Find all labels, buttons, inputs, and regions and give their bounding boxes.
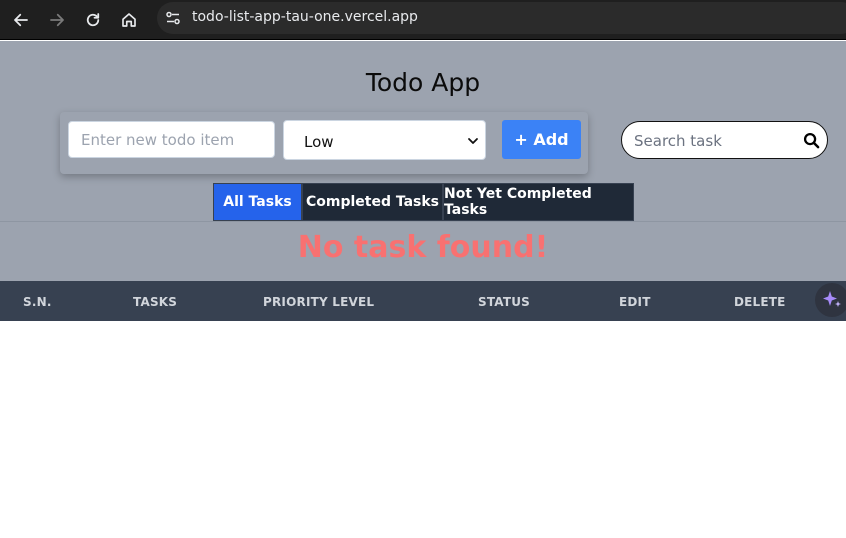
tab-not-yet-completed-tasks[interactable]: Not Yet Completed Tasks (443, 183, 634, 221)
divider (0, 221, 846, 222)
page-title: Todo App (365, 68, 481, 97)
home-button[interactable] (114, 5, 144, 35)
back-arrow-icon (14, 13, 28, 27)
column-header-sn: S.N. (23, 295, 52, 309)
chevron-down-icon (468, 138, 478, 144)
todo-input[interactable] (68, 121, 275, 158)
search-icon[interactable] (803, 132, 820, 149)
task-filter-tabs: All Tasks Completed Tasks Not Yet Comple… (213, 183, 634, 221)
priority-select[interactable]: Low (283, 120, 486, 160)
forward-button[interactable] (42, 5, 72, 35)
reload-icon (86, 13, 100, 27)
column-header-status: STATUS (478, 295, 531, 309)
column-header-priority-level: PRIORITY LEVEL (263, 295, 375, 309)
home-icon (122, 13, 136, 27)
table-body (0, 321, 846, 538)
forward-arrow-icon (50, 13, 64, 27)
sparkle-icon (823, 291, 841, 307)
address-bar[interactable]: todo-list-app-tau-one.vercel.app (157, 2, 846, 34)
back-button[interactable] (6, 5, 36, 35)
column-header-edit: EDIT (619, 295, 651, 309)
tab-all-tasks[interactable]: All Tasks (213, 183, 302, 221)
sparkle-button[interactable] (815, 283, 846, 317)
app-container: Todo App Low + Add Search task All Tasks… (0, 41, 846, 281)
column-header-tasks: TASKS (133, 295, 178, 309)
empty-state-message: No task found! (297, 230, 549, 265)
url-text[interactable]: todo-list-app-tau-one.vercel.app (192, 9, 418, 25)
site-info-icon[interactable] (163, 8, 183, 28)
browser-toolbar: todo-list-app-tau-one.vercel.app (0, 0, 846, 40)
add-button[interactable]: + Add (502, 120, 581, 159)
add-todo-form: Low + Add (60, 112, 588, 174)
search-placeholder: Search task (634, 132, 722, 150)
column-header-delete: DELETE (734, 295, 786, 309)
search-input[interactable]: Search task (621, 121, 828, 159)
tab-completed-tasks[interactable]: Completed Tasks (302, 183, 443, 221)
reload-button[interactable] (78, 5, 108, 35)
priority-selected-value: Low (304, 133, 334, 151)
table-header: S.N. TASKS PRIORITY LEVEL STATUS EDIT DE… (0, 281, 846, 321)
